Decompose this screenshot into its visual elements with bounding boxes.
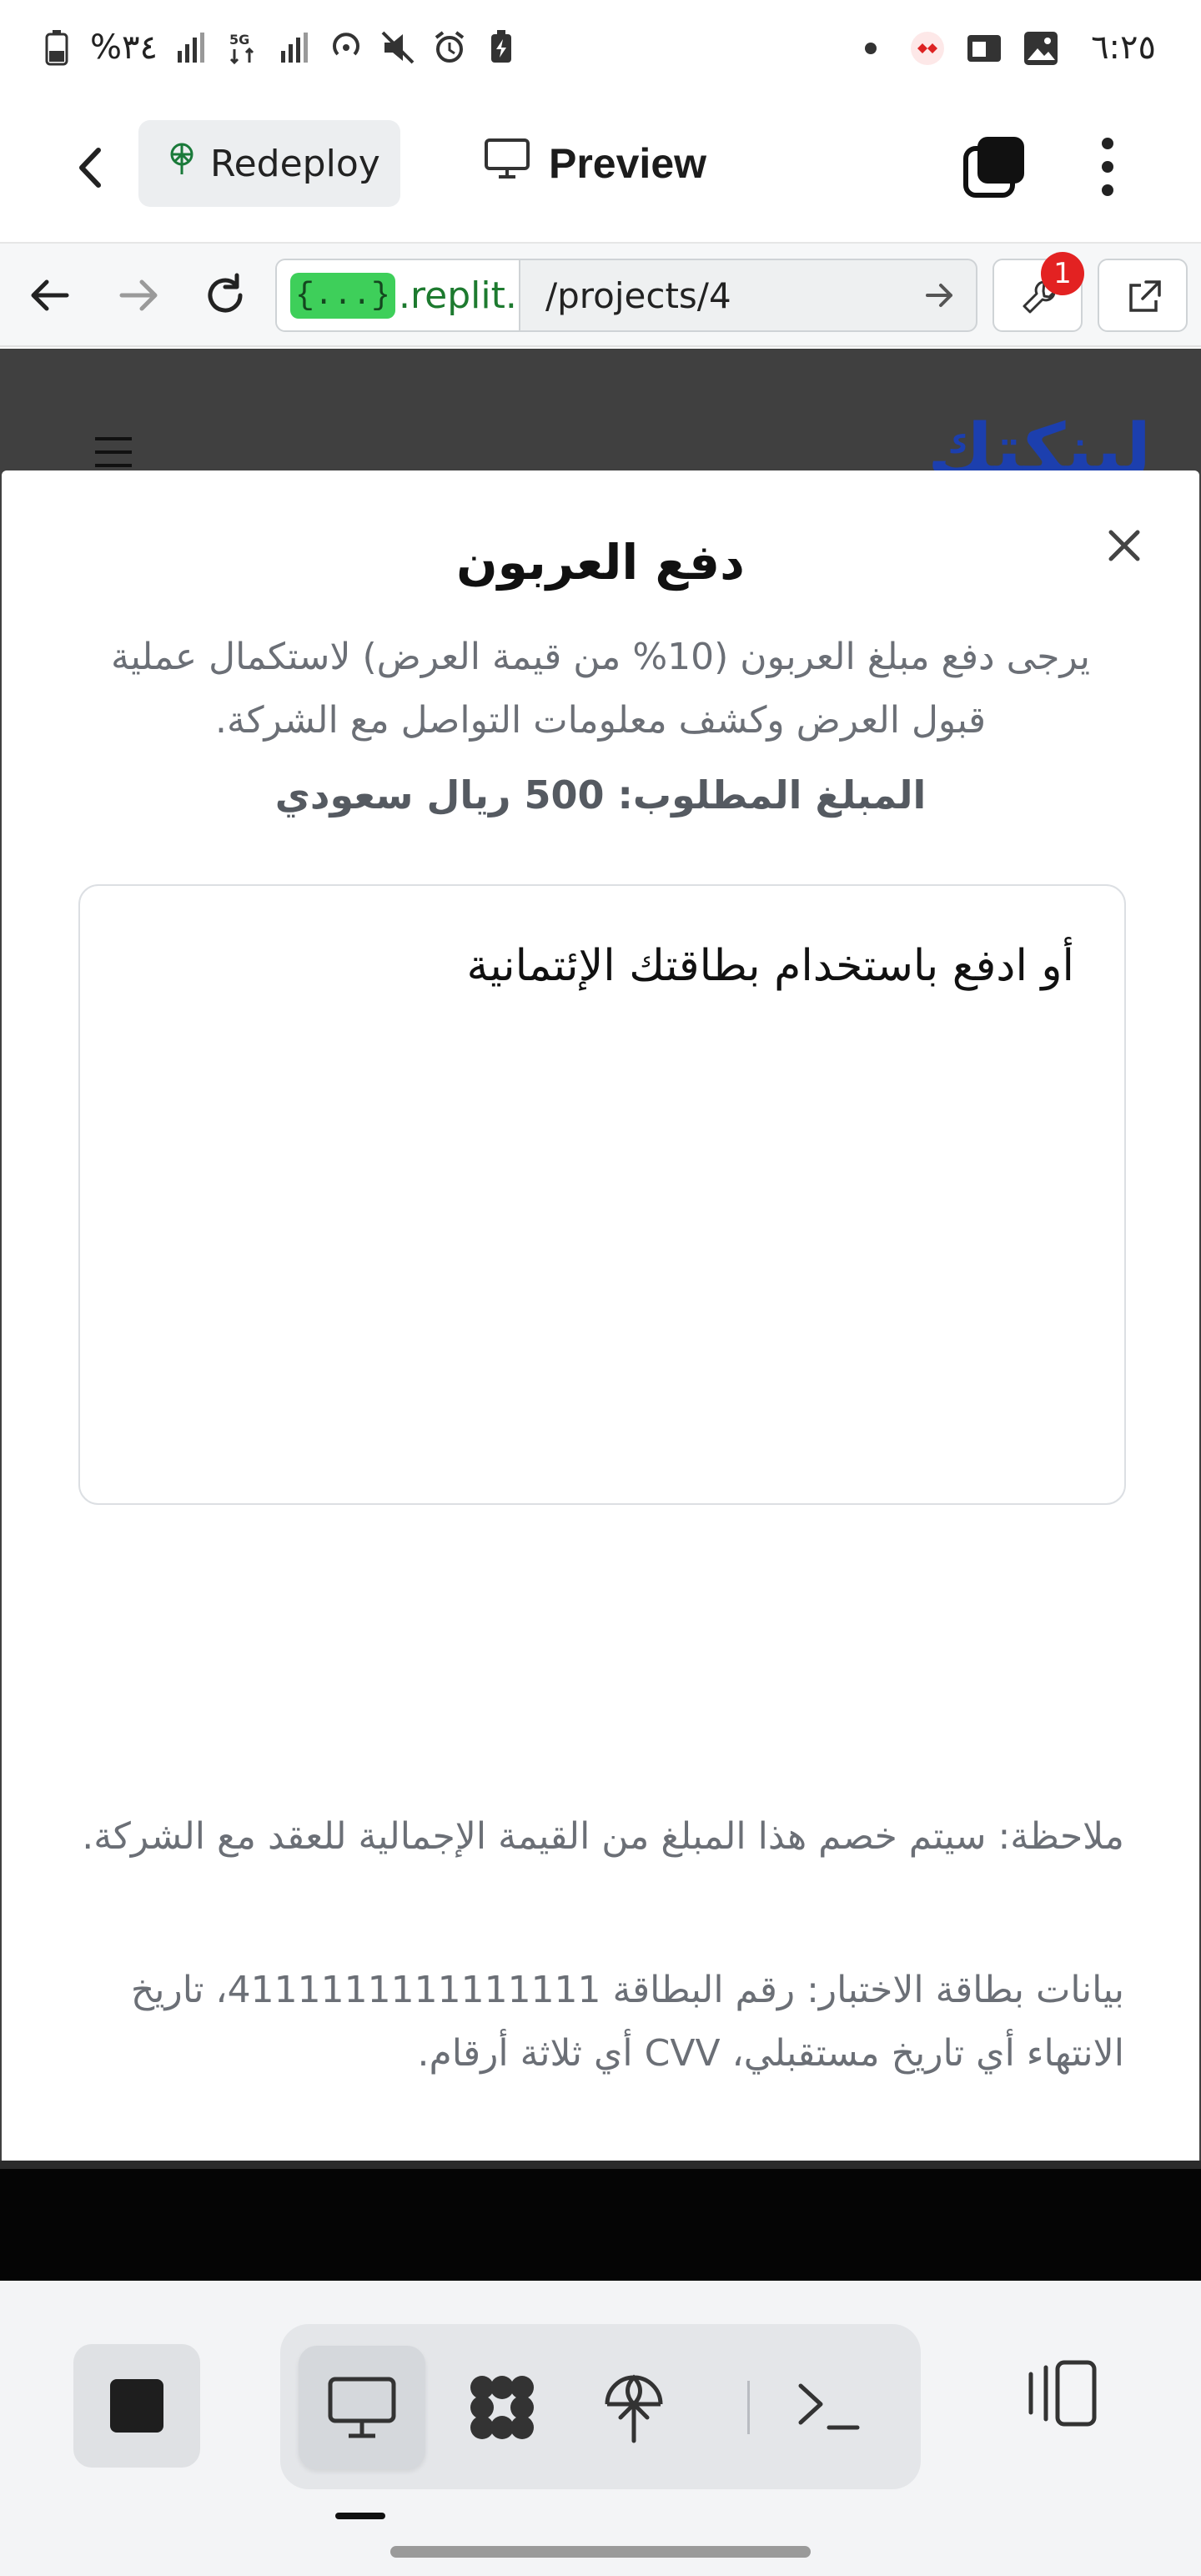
deposit-modal: دفع العربون يرجى دفع مبلغ العربون (10% م…	[2, 470, 1199, 2161]
preview-label: Preview	[549, 140, 707, 187]
bottom-toolbar	[0, 2281, 1201, 2576]
signal-icon	[173, 29, 209, 66]
test-card-note: بيانات بطاقة الاختبار: رقم البطاقة 41111…	[130, 1969, 1124, 2075]
url-hostname: .replit.de	[399, 274, 519, 317]
redeploy-button[interactable]: Redeploy	[138, 120, 400, 207]
go-arrow-icon[interactable]	[921, 277, 957, 314]
modal-description: يرجى دفع مبلغ العربون (10% من قيمة العرض…	[111, 636, 1090, 742]
required-amount: المبلغ المطلوب: 500 ريال سعودي	[274, 772, 927, 818]
battery-percent: %٣٤	[90, 28, 158, 67]
hotspot-icon	[328, 29, 364, 66]
devtools-button[interactable]: 1	[992, 252, 1084, 332]
status-icons-left: %٣٤ 5G	[38, 28, 520, 67]
stop-icon	[110, 2379, 163, 2433]
battery-icon	[38, 29, 75, 66]
more-options-icon[interactable]	[1091, 133, 1124, 200]
dot-icon	[852, 30, 889, 67]
workspace-tool-button[interactable]	[439, 2346, 565, 2469]
side-panel-icon[interactable]	[1024, 2356, 1099, 2431]
url-bar[interactable]: {...} .replit.de /projects/4	[275, 259, 977, 332]
back-button[interactable]	[62, 138, 120, 197]
site-header: لينكتك	[0, 349, 1201, 470]
tool-group	[280, 2324, 921, 2489]
redeploy-label: Redeploy	[210, 142, 380, 185]
deployments-tool-button[interactable]	[570, 2346, 697, 2469]
site-logo: لينكتك	[927, 409, 1151, 470]
deduction-note: ملاحظة: سيتم خصم هذا المبلغ من القيمة ال…	[82, 1815, 1124, 1858]
alarm-icon	[431, 29, 468, 66]
toolbar-divider	[747, 2381, 750, 2434]
battery-saver-icon	[483, 29, 520, 66]
terminal-icon	[798, 2383, 860, 2430]
reload-icon[interactable]	[198, 269, 252, 322]
url-path[interactable]: /projects/4	[545, 260, 731, 330]
url-badge: {...}	[290, 272, 396, 319]
modal-title: دفع العربون	[456, 534, 745, 591]
deploy-icon	[605, 2374, 663, 2443]
preview-tool-button[interactable]	[299, 2346, 425, 2469]
status-bar: %٣٤ 5G ٦:٢٥	[0, 0, 1201, 103]
browser-bar: {...} .replit.de /projects/4 1	[0, 244, 1201, 347]
5g-icon: 5G	[224, 29, 261, 66]
tabs-icon[interactable]	[961, 133, 1028, 200]
open-external-button[interactable]	[1098, 259, 1188, 332]
gallery-icon	[1023, 30, 1059, 67]
preview-tab[interactable]: Preview	[484, 120, 706, 207]
browser-forward-icon[interactable]	[112, 269, 165, 322]
svg-text:5G: 5G	[229, 32, 249, 48]
stop-button[interactable]	[73, 2344, 200, 2468]
status-icons-right	[852, 30, 1059, 67]
hamburger-menu-icon[interactable]	[93, 435, 133, 469]
clock: ٦:٢٥	[1091, 28, 1156, 67]
devtools-badge: 1	[1041, 252, 1084, 295]
console-tool-button[interactable]	[766, 2346, 892, 2469]
url-host[interactable]: {...} .replit.de	[277, 260, 520, 330]
active-tab-indicator	[335, 2513, 385, 2519]
page-bottom-area	[0, 2169, 1201, 2281]
signal-icon-2	[276, 29, 313, 66]
card-payment-box[interactable]: أو ادفع باستخدام بطاقتك الإئتمانية	[78, 884, 1126, 1505]
home-gesture-bar[interactable]	[390, 2546, 811, 2558]
external-link-icon	[1129, 280, 1161, 312]
deploy-icon	[163, 141, 200, 187]
card-payment-title: أو ادفع باستخدام بطاقتك الإئتمانية	[466, 941, 1074, 991]
app-header: Redeploy Preview	[0, 103, 1201, 244]
monitor-icon	[484, 138, 530, 189]
mute-icon	[379, 29, 416, 66]
monitor-icon	[328, 2377, 396, 2438]
app-notification-icon	[909, 30, 946, 67]
cast-icon	[966, 30, 1003, 67]
browser-back-icon[interactable]	[23, 269, 77, 322]
grid-blob-icon	[470, 2376, 534, 2439]
